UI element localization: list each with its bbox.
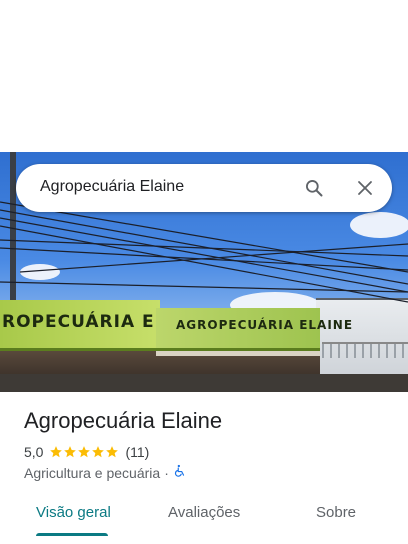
wheelchair-icon [173,464,187,481]
star-icon [50,446,63,458]
tab-about[interactable]: Sobre [316,504,356,521]
review-count[interactable]: (11) [125,444,149,460]
star-icon [106,446,119,458]
star-icon [64,446,77,458]
separator: · [164,464,169,481]
search-icon[interactable] [302,176,326,200]
search-input[interactable]: Agropecuária Elaine [40,178,184,196]
active-tab-indicator [36,533,108,536]
rating-value: 5,0 [24,444,44,460]
close-icon[interactable] [353,176,377,200]
rating-row[interactable]: 5,0 (11) [24,444,149,460]
star-rating [49,445,119,459]
star-icon [78,446,91,458]
category-row: Agricultura e pecuária · [24,464,187,481]
place-category: Agricultura e pecuária [24,464,161,481]
place-title: Agropecuária Elaine [24,408,223,433]
star-icon [92,446,105,458]
tab-reviews[interactable]: Avaliações [168,504,240,521]
tab-bar: Visão geral Avaliações Sobre [0,496,408,536]
search-bar[interactable]: Agropecuária Elaine [16,164,392,212]
tab-overview[interactable]: Visão geral [36,504,111,521]
